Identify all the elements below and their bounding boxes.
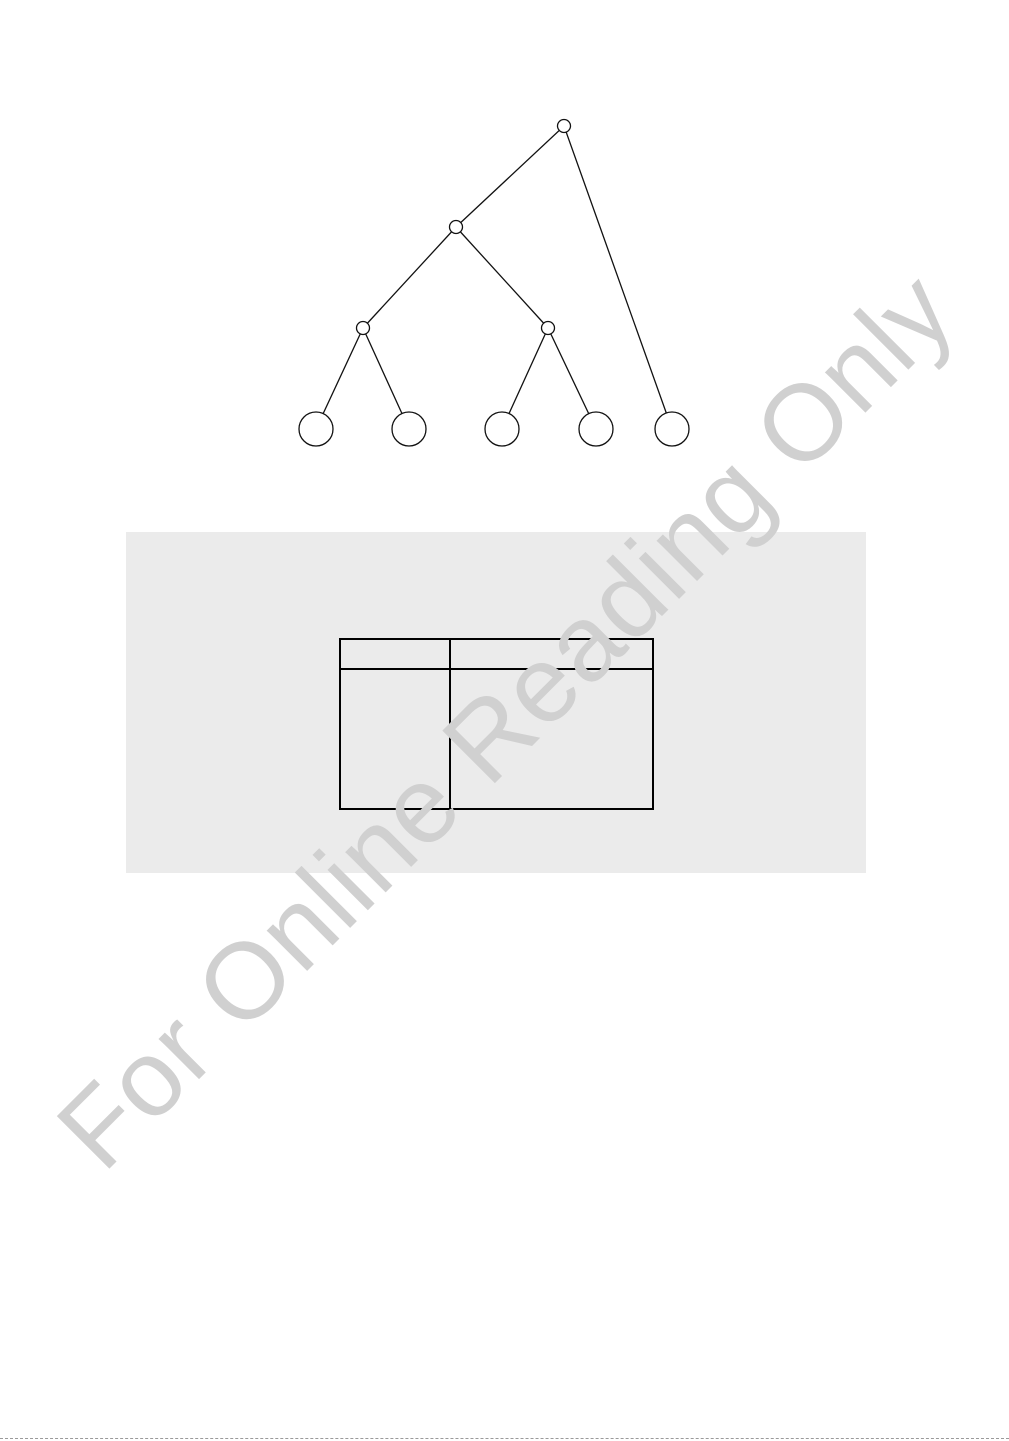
tree-diagram	[298, 118, 690, 447]
edge-root-to-left	[455, 125, 565, 228]
table-panel	[126, 532, 866, 873]
page-bottom-rule	[0, 1438, 1009, 1439]
leaf-node-1	[298, 411, 334, 447]
leaf-node-5	[654, 411, 690, 447]
tree-nodes	[298, 118, 690, 447]
internal-node-right	[540, 320, 556, 336]
edge-mid-to-left	[362, 226, 457, 329]
table-header-rule	[341, 668, 652, 670]
root-node	[556, 118, 572, 134]
internal-node-left	[355, 320, 371, 336]
table-column-divider	[449, 640, 451, 808]
internal-node-mid	[448, 219, 464, 235]
leaf-node-3	[484, 411, 520, 447]
leaf-node-2	[391, 411, 427, 447]
leaf-node-4	[578, 411, 614, 447]
tree-edges	[315, 125, 673, 430]
edge-mid-to-right	[455, 226, 549, 329]
data-table	[339, 638, 654, 810]
edge-root-to-leaf-5	[563, 125, 673, 430]
